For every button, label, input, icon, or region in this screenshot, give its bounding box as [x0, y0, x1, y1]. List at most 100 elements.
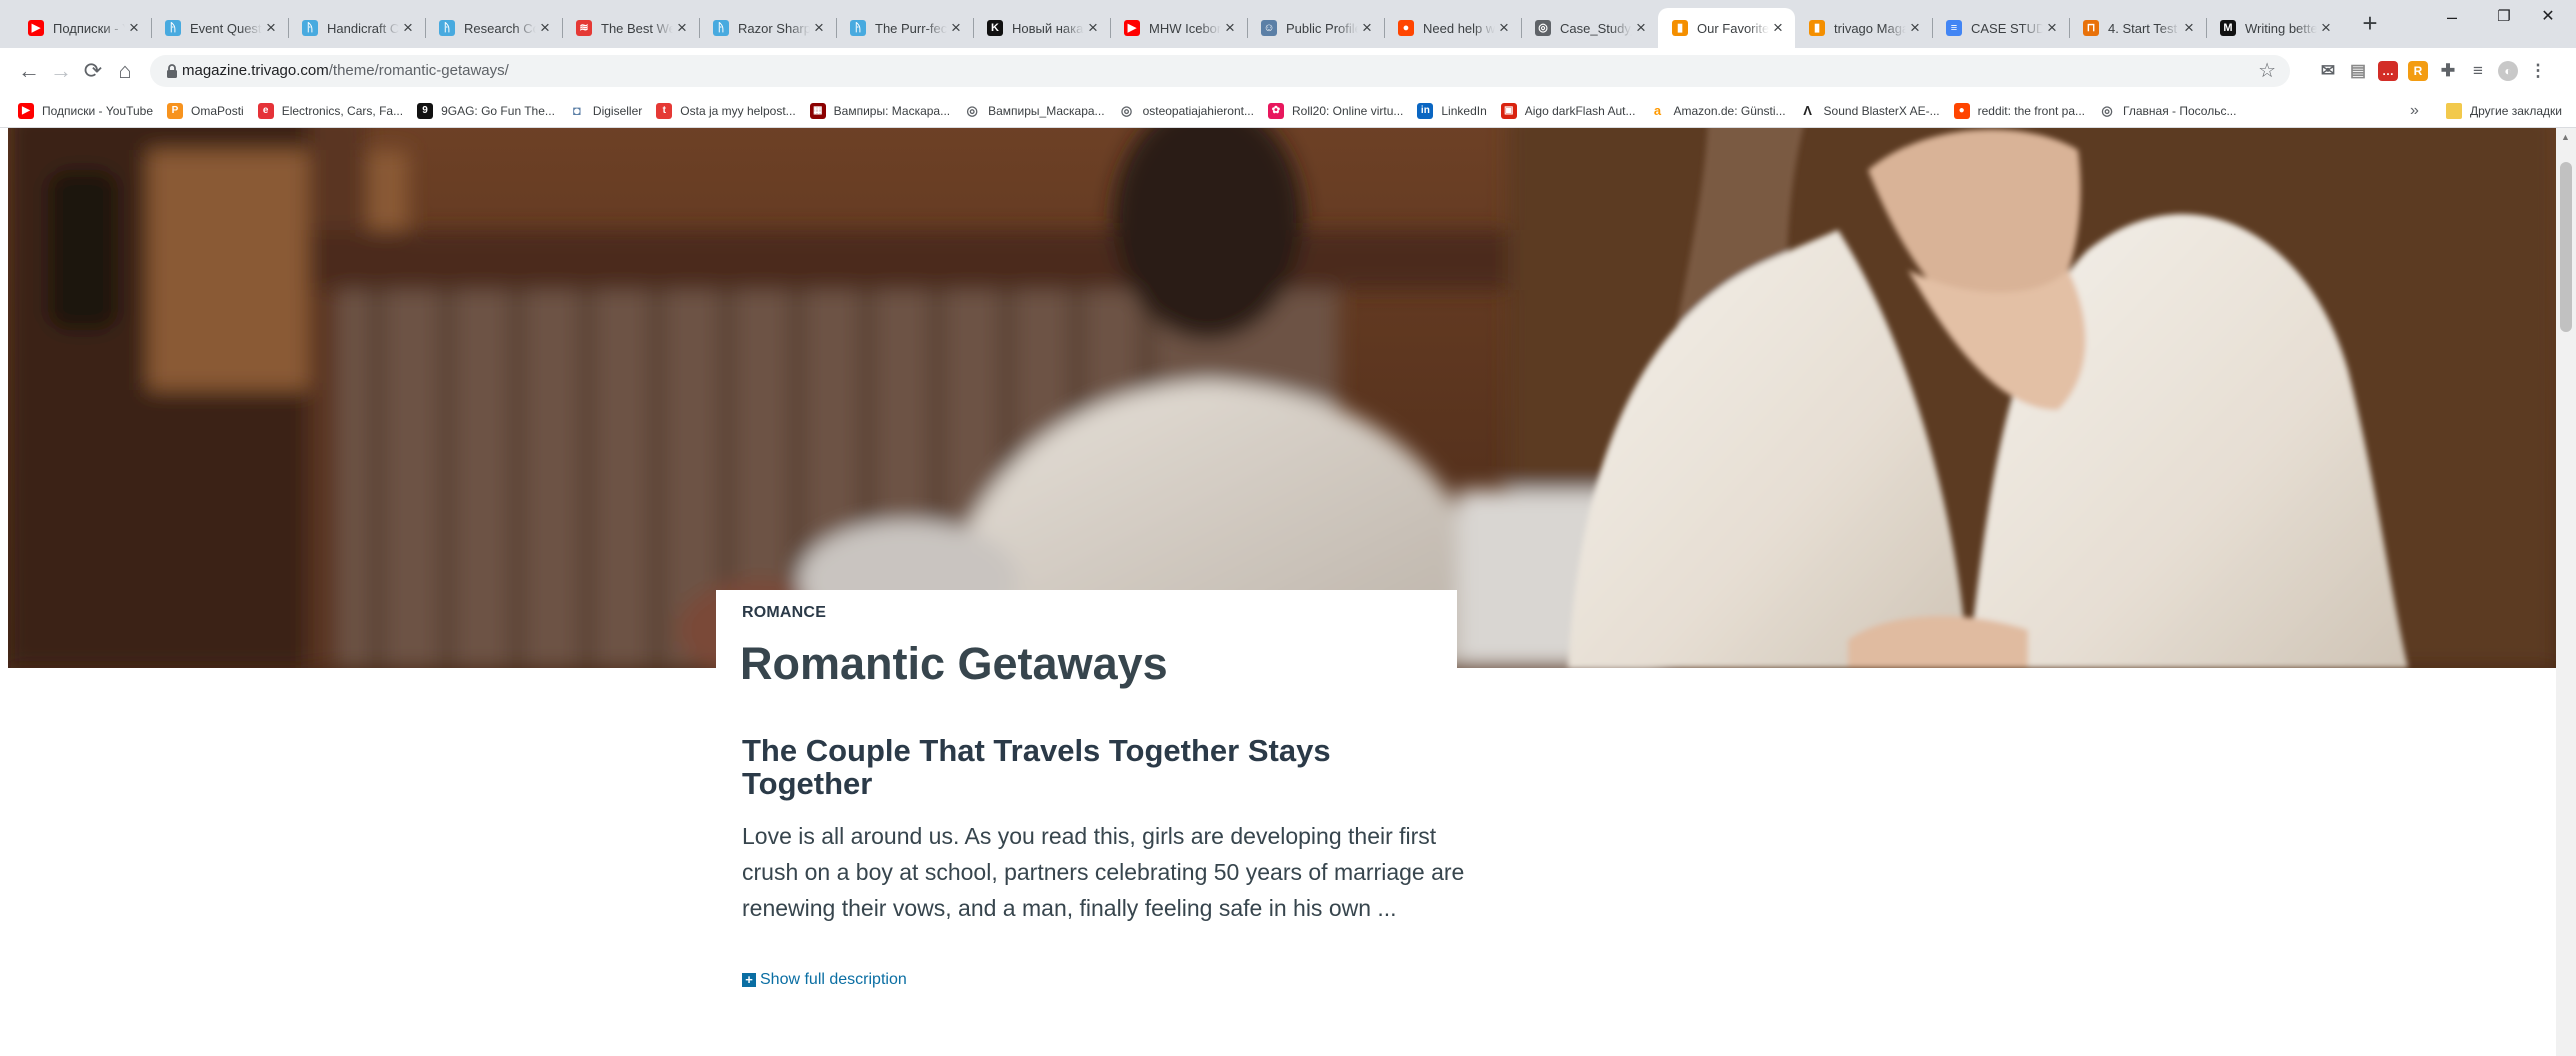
close-icon[interactable]: ×	[1769, 18, 1787, 38]
tab-title: The Purr-fect Stay	[875, 20, 947, 36]
minimize-button[interactable]: –	[2424, 0, 2480, 34]
rss-icon[interactable]: R	[2408, 61, 2428, 81]
bookmark-item[interactable]: P OmaPosti	[167, 102, 244, 119]
other-bookmarks-folder[interactable]: Другие закладки	[2446, 94, 2562, 127]
browser-tab[interactable]: ᚤ The Purr-fect Stay×	[836, 8, 973, 48]
show-full-description-link[interactable]: + Show full description	[742, 971, 907, 989]
bookmark-label: Electronics, Cars, Fa...	[281, 103, 404, 118]
trivago-icon: ᚤ	[165, 20, 181, 36]
address-bar[interactable]: magazine.trivago.com/theme/romantic-geta…	[150, 55, 2290, 87]
bookmark-label: Подписки - YouTube	[42, 103, 154, 118]
browser-tab[interactable]: ᚤ Handicraft Chats×	[288, 8, 425, 48]
bookmark-item[interactable]: ▶ Подписки - YouTube	[18, 102, 154, 119]
browser-tab[interactable]: ⊓ 4. Start Test Run×	[2069, 8, 2206, 48]
browser-tab[interactable]: ᚤ Event Questionnaire×	[151, 8, 288, 48]
playlist-icon[interactable]: ≡	[2468, 61, 2488, 81]
browser-tab[interactable]: ▮ Our Favorite Romantic Getaways×	[1658, 8, 1795, 48]
browser-tab[interactable]: ▶ Подписки - YouTube×	[14, 8, 151, 48]
lock-icon[interactable]	[164, 63, 180, 79]
close-icon[interactable]: ×	[1221, 18, 1239, 38]
close-window-button[interactable]: ✕	[2520, 0, 2576, 34]
bookmark-label: Sound BlasterX AE-...	[1823, 103, 1940, 118]
lastpass-icon[interactable]: …	[2378, 61, 2398, 81]
k-icon: K	[987, 20, 1003, 36]
browser-tab[interactable]: ● Need help with×	[1384, 8, 1521, 48]
close-icon[interactable]: ×	[673, 18, 691, 38]
browser-tab[interactable]: ☺ Public Profile ×	[1247, 8, 1384, 48]
bookmark-item[interactable]: ◎ Вампиры_Маскара...	[964, 103, 1104, 119]
back-button[interactable]: ←	[14, 56, 44, 86]
url-text[interactable]: magazine.trivago.com/theme/romantic-geta…	[182, 55, 509, 87]
new-tab-button[interactable]: +	[2356, 10, 2384, 38]
browser-tab[interactable]: ▶ MHW Iceborne×	[1110, 8, 1247, 48]
bookmark-label: osteopatiajahieront...	[1142, 103, 1254, 118]
close-icon[interactable]: ×	[1495, 18, 1513, 38]
browser-tab[interactable]: ◎ Case_Study_01×	[1521, 8, 1658, 48]
browser-tab[interactable]: ≡ CASE STUDY×	[1932, 8, 2069, 48]
bookmark-item[interactable]: ◎ osteopatiajahieront...	[1119, 103, 1254, 119]
close-icon[interactable]: ×	[125, 18, 143, 38]
omaposti-icon: P	[167, 102, 184, 119]
close-icon[interactable]: ×	[947, 18, 965, 38]
folder-icon	[2446, 102, 2462, 119]
tab-title: CASE STUDY	[1971, 20, 2043, 36]
browser-tab[interactable]: ≋ The Best Weekend×	[562, 8, 699, 48]
reader-icon[interactable]: ▤	[2348, 61, 2368, 81]
docs-icon: ≡	[1946, 20, 1962, 36]
tab-title: Writing better	[2245, 20, 2317, 36]
forward-button[interactable]: →	[46, 56, 76, 86]
browser-tab[interactable]: M Writing better ×	[2206, 8, 2343, 48]
home-button[interactable]: ⌂	[110, 56, 140, 86]
close-icon[interactable]: ×	[1358, 18, 1376, 38]
close-icon[interactable]: ×	[810, 18, 828, 38]
bookmark-item[interactable]: ● reddit: the front pa...	[1953, 102, 2085, 119]
trivago-icon: ▮	[1809, 20, 1825, 36]
bookmark-item[interactable]: ✿ Roll20: Online virtu...	[1267, 102, 1403, 119]
puzzle-icon[interactable]: ✚	[2438, 61, 2458, 81]
bookmark-item[interactable]: a Amazon.de: Günsti...	[1649, 103, 1786, 119]
close-icon[interactable]: ×	[536, 18, 554, 38]
browser-tab[interactable]: ▮ trivago Magazine×	[1795, 8, 1932, 48]
bookmark-item[interactable]: ◘ Digiseller	[569, 103, 642, 119]
bookmark-item[interactable]: ◎ Главная - Посольс...	[2099, 103, 2236, 119]
mail-icon[interactable]: ✉	[2318, 61, 2338, 81]
bookmark-item[interactable]: t Osta ja myy helpost...	[656, 102, 796, 119]
profile-avatar-icon[interactable]: ◐	[2498, 61, 2518, 81]
bookmarks-overflow-button[interactable]: »	[2410, 94, 2419, 127]
amazon-icon: a	[1653, 103, 1662, 118]
reload-button[interactable]: ⟳	[78, 56, 108, 86]
bookmark-star-icon[interactable]: ☆	[2258, 55, 2276, 87]
close-icon[interactable]: ×	[399, 18, 417, 38]
bookmark-item[interactable]: e Electronics, Cars, Fa...	[257, 102, 404, 119]
youtube-icon: ▶	[18, 102, 34, 119]
page-title: Romantic Getaways	[740, 638, 1168, 689]
close-icon[interactable]: ×	[1632, 18, 1650, 38]
hero-image	[8, 128, 2556, 668]
close-icon[interactable]: ×	[2317, 18, 2335, 38]
close-icon[interactable]: ×	[262, 18, 280, 38]
scrollbar-thumb[interactable]	[2560, 162, 2572, 332]
tab-title: The Best Weekend	[601, 20, 673, 36]
ebay-icon: e	[257, 102, 274, 119]
bookmark-item[interactable]: ▦ Вампиры: Маскара...	[809, 102, 950, 119]
menu-dots-icon[interactable]: ⋮	[2528, 61, 2548, 81]
bookmark-label: Amazon.de: Günsti...	[1673, 103, 1786, 118]
tab-title: Новый наказ	[1012, 20, 1084, 36]
browser-tab[interactable]: ᚤ Razor Sharp Insights×	[699, 8, 836, 48]
close-icon[interactable]: ×	[1084, 18, 1102, 38]
browser-tab[interactable]: ᚤ Research Content×	[425, 8, 562, 48]
close-icon[interactable]: ×	[2180, 18, 2198, 38]
bookmark-item[interactable]: ▣ Aigo darkFlash Aut...	[1500, 102, 1635, 119]
page-scrollbar[interactable]: ▲	[2556, 128, 2576, 1056]
bookmark-item[interactable]: Λ Sound BlasterX AE-...	[1800, 103, 1940, 119]
scroll-up-arrow-icon[interactable]: ▲	[2561, 132, 2570, 142]
browser-tab[interactable]: K Новый наказ ×	[973, 8, 1110, 48]
category-label[interactable]: ROMANCE	[742, 604, 826, 622]
close-icon[interactable]: ×	[1906, 18, 1924, 38]
bookmark-item[interactable]: in LinkedIn	[1417, 102, 1487, 119]
bookmark-item[interactable]: 9 9GAG: Go Fun The...	[417, 102, 555, 119]
trivago-icon: ᚤ	[302, 20, 318, 36]
page-content: ROMANCE Romantic Getaways The Couple Tha…	[0, 128, 2576, 1056]
tab-title: Public Profile	[1286, 20, 1358, 36]
close-icon[interactable]: ×	[2043, 18, 2061, 38]
